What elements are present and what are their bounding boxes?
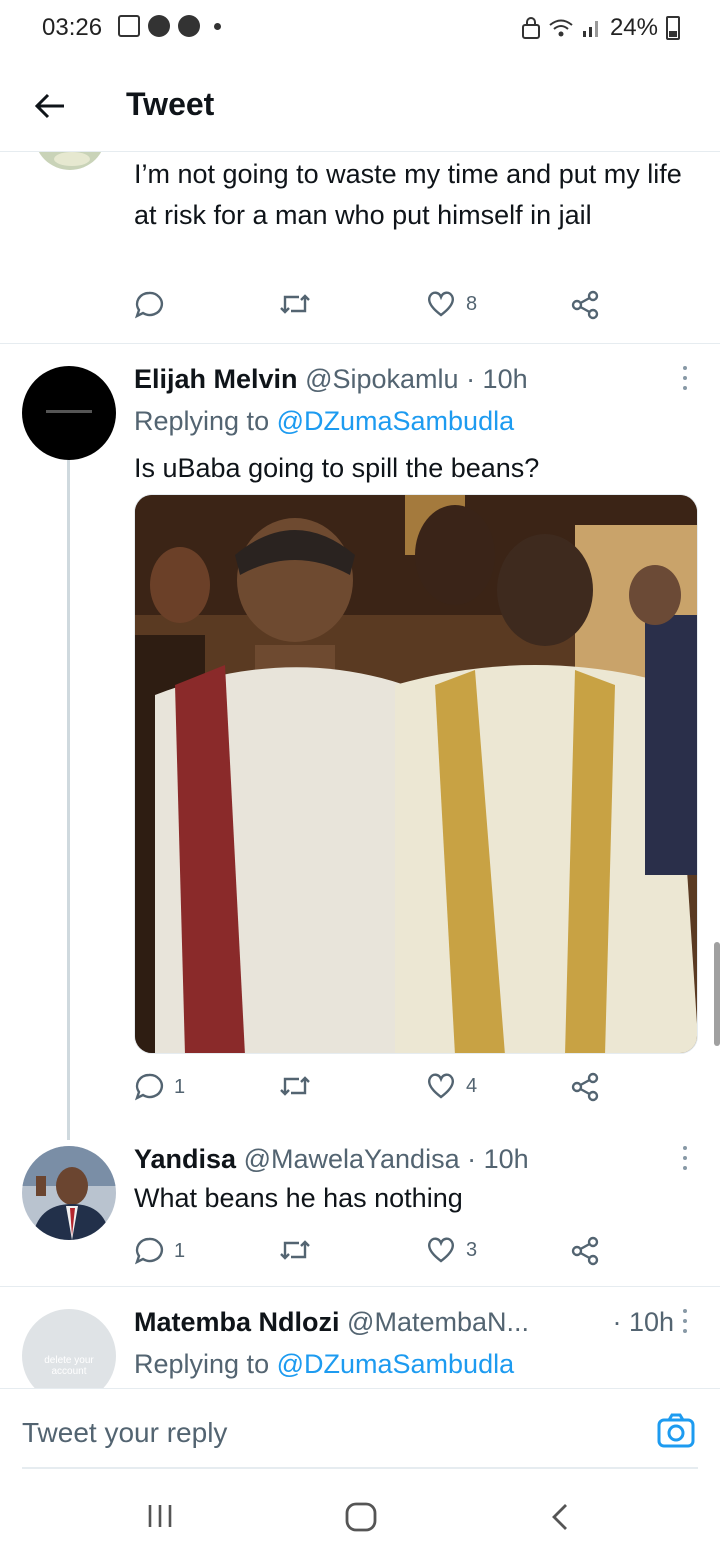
retweet-icon <box>280 294 310 314</box>
tweet-header: Yandisa @MawelaYandisa · 10h <box>134 1144 529 1175</box>
thread-line <box>67 460 70 1140</box>
timestamp: · 10h <box>466 364 528 394</box>
status-bar: 03:26 24% <box>0 0 720 58</box>
notification-icons <box>118 15 221 37</box>
battery-level: 24% <box>609 14 658 41</box>
status-time: 03:26 <box>42 14 103 41</box>
share-button[interactable] <box>570 1072 600 1102</box>
username[interactable]: @Sipokamlu <box>305 364 458 394</box>
reply-button[interactable]: 1 <box>134 1072 185 1102</box>
like-count: 8 <box>466 292 478 315</box>
recents-icon <box>148 1505 172 1527</box>
share-icon <box>571 290 599 320</box>
top-app-bar: Tweet <box>0 58 720 152</box>
chrome-notification-icon <box>148 15 170 37</box>
more-options-button[interactable] <box>678 1146 692 1170</box>
chevron-left-icon <box>552 1504 567 1530</box>
tweet-photo[interactable] <box>134 494 698 1054</box>
lock-icon <box>521 17 540 39</box>
home-icon <box>345 1502 377 1532</box>
tweet-actions: 1 4 <box>134 1072 614 1106</box>
replying-to-label: Replying to <box>134 1349 277 1379</box>
timestamp: · 10h <box>612 1307 674 1337</box>
tweet-text: I’m not going to waste my time and put m… <box>134 159 682 230</box>
share-button[interactable] <box>570 290 600 320</box>
reply-count: 1 <box>174 1239 186 1262</box>
like-button[interactable]: 8 <box>426 290 477 318</box>
more-options-button[interactable] <box>678 366 692 390</box>
photo-content <box>135 495 697 1053</box>
system-icons: 24% <box>521 14 680 42</box>
camera-icon <box>657 1413 695 1448</box>
avatar[interactable]: delete your account <box>22 1309 116 1388</box>
recent-apps-button[interactable] <box>146 1502 174 1535</box>
battery-icon <box>666 16 680 40</box>
reply-button[interactable]: 1 <box>134 1236 185 1266</box>
heart-icon <box>427 1073 455 1099</box>
more-notifications-icon <box>214 22 221 30</box>
username[interactable]: @MawelaYandisa <box>244 1144 460 1174</box>
tweet-yandisa[interactable]: Yandisa @MawelaYandisa · 10h What beans … <box>0 1130 720 1284</box>
like-button[interactable]: 4 <box>426 1072 477 1100</box>
heart-icon <box>427 1237 455 1263</box>
retweet-button[interactable] <box>278 1072 312 1100</box>
page-title: Tweet <box>126 86 215 122</box>
signal-icon <box>582 21 598 37</box>
replying-to: Replying to @DZumaSambudla <box>134 1349 514 1380</box>
reply-button[interactable] <box>134 290 164 320</box>
display-name[interactable]: Matemba Ndlozi <box>134 1307 340 1337</box>
share-button[interactable] <box>570 1236 600 1266</box>
comment-bubble-icon <box>134 1237 164 1265</box>
chrome-notification-icon-2 <box>178 15 200 37</box>
tweet-text: Is uBaba going to spill the beans? <box>134 453 540 483</box>
tweet-matemba[interactable]: delete your account Matemba Ndlozi @Mate… <box>0 1287 720 1388</box>
share-icon <box>571 1072 599 1102</box>
reply-composer: Tweet your reply <box>0 1388 720 1472</box>
like-count: 3 <box>466 1238 478 1261</box>
replying-to-label: Replying to <box>134 406 277 436</box>
share-icon <box>571 1236 599 1266</box>
retweet-button[interactable] <box>278 290 312 318</box>
comment-bubble-icon <box>134 291 164 319</box>
tweet-actions: 8 <box>134 290 614 324</box>
retweet-button[interactable] <box>278 1236 312 1264</box>
tweet-previous[interactable]: I’m not going to waste my time and put m… <box>0 122 720 342</box>
tweet-header: Matemba Ndlozi @MatembaN... · 10h <box>134 1307 674 1338</box>
retweet-icon <box>280 1240 310 1260</box>
tweet-text: What beans he has nothing <box>134 1183 463 1213</box>
replying-to: Replying to @DZumaSambudla <box>134 406 514 437</box>
avatar[interactable] <box>22 1146 116 1240</box>
tweet-header: Elijah Melvin @Sipokamlu · 10h <box>134 364 528 395</box>
display-name[interactable]: Yandisa <box>134 1144 236 1174</box>
heart-icon <box>427 291 455 317</box>
reply-underline <box>22 1467 698 1469</box>
timestamp: · 10h <box>467 1144 529 1174</box>
arrow-left-icon <box>34 93 64 119</box>
gallery-notification-icon <box>118 15 140 37</box>
back-button[interactable] <box>26 82 74 130</box>
wifi-icon <box>549 19 573 37</box>
comment-bubble-icon <box>134 1073 164 1101</box>
home-button[interactable] <box>344 1502 378 1537</box>
retweet-icon <box>280 1076 310 1096</box>
tweet-actions: 1 3 <box>134 1236 614 1270</box>
avatar-text: delete your account <box>44 1355 94 1377</box>
scrollbar[interactable] <box>714 942 720 1046</box>
reply-count: 1 <box>174 1075 186 1098</box>
mention-link[interactable]: @DZumaSambudla <box>277 406 515 436</box>
avatar[interactable] <box>22 366 116 460</box>
camera-button[interactable] <box>656 1411 696 1451</box>
display-name[interactable]: Elijah Melvin <box>134 364 298 394</box>
system-nav-bar <box>0 1472 720 1560</box>
like-count: 4 <box>466 1074 478 1097</box>
like-button[interactable]: 3 <box>426 1236 477 1264</box>
reply-input[interactable]: Tweet your reply <box>22 1417 227 1449</box>
more-options-button[interactable] <box>678 1309 692 1333</box>
username[interactable]: @MatembaN... <box>347 1307 529 1337</box>
system-back-button[interactable] <box>550 1502 570 1537</box>
mention-link[interactable]: @DZumaSambudla <box>277 1349 515 1379</box>
